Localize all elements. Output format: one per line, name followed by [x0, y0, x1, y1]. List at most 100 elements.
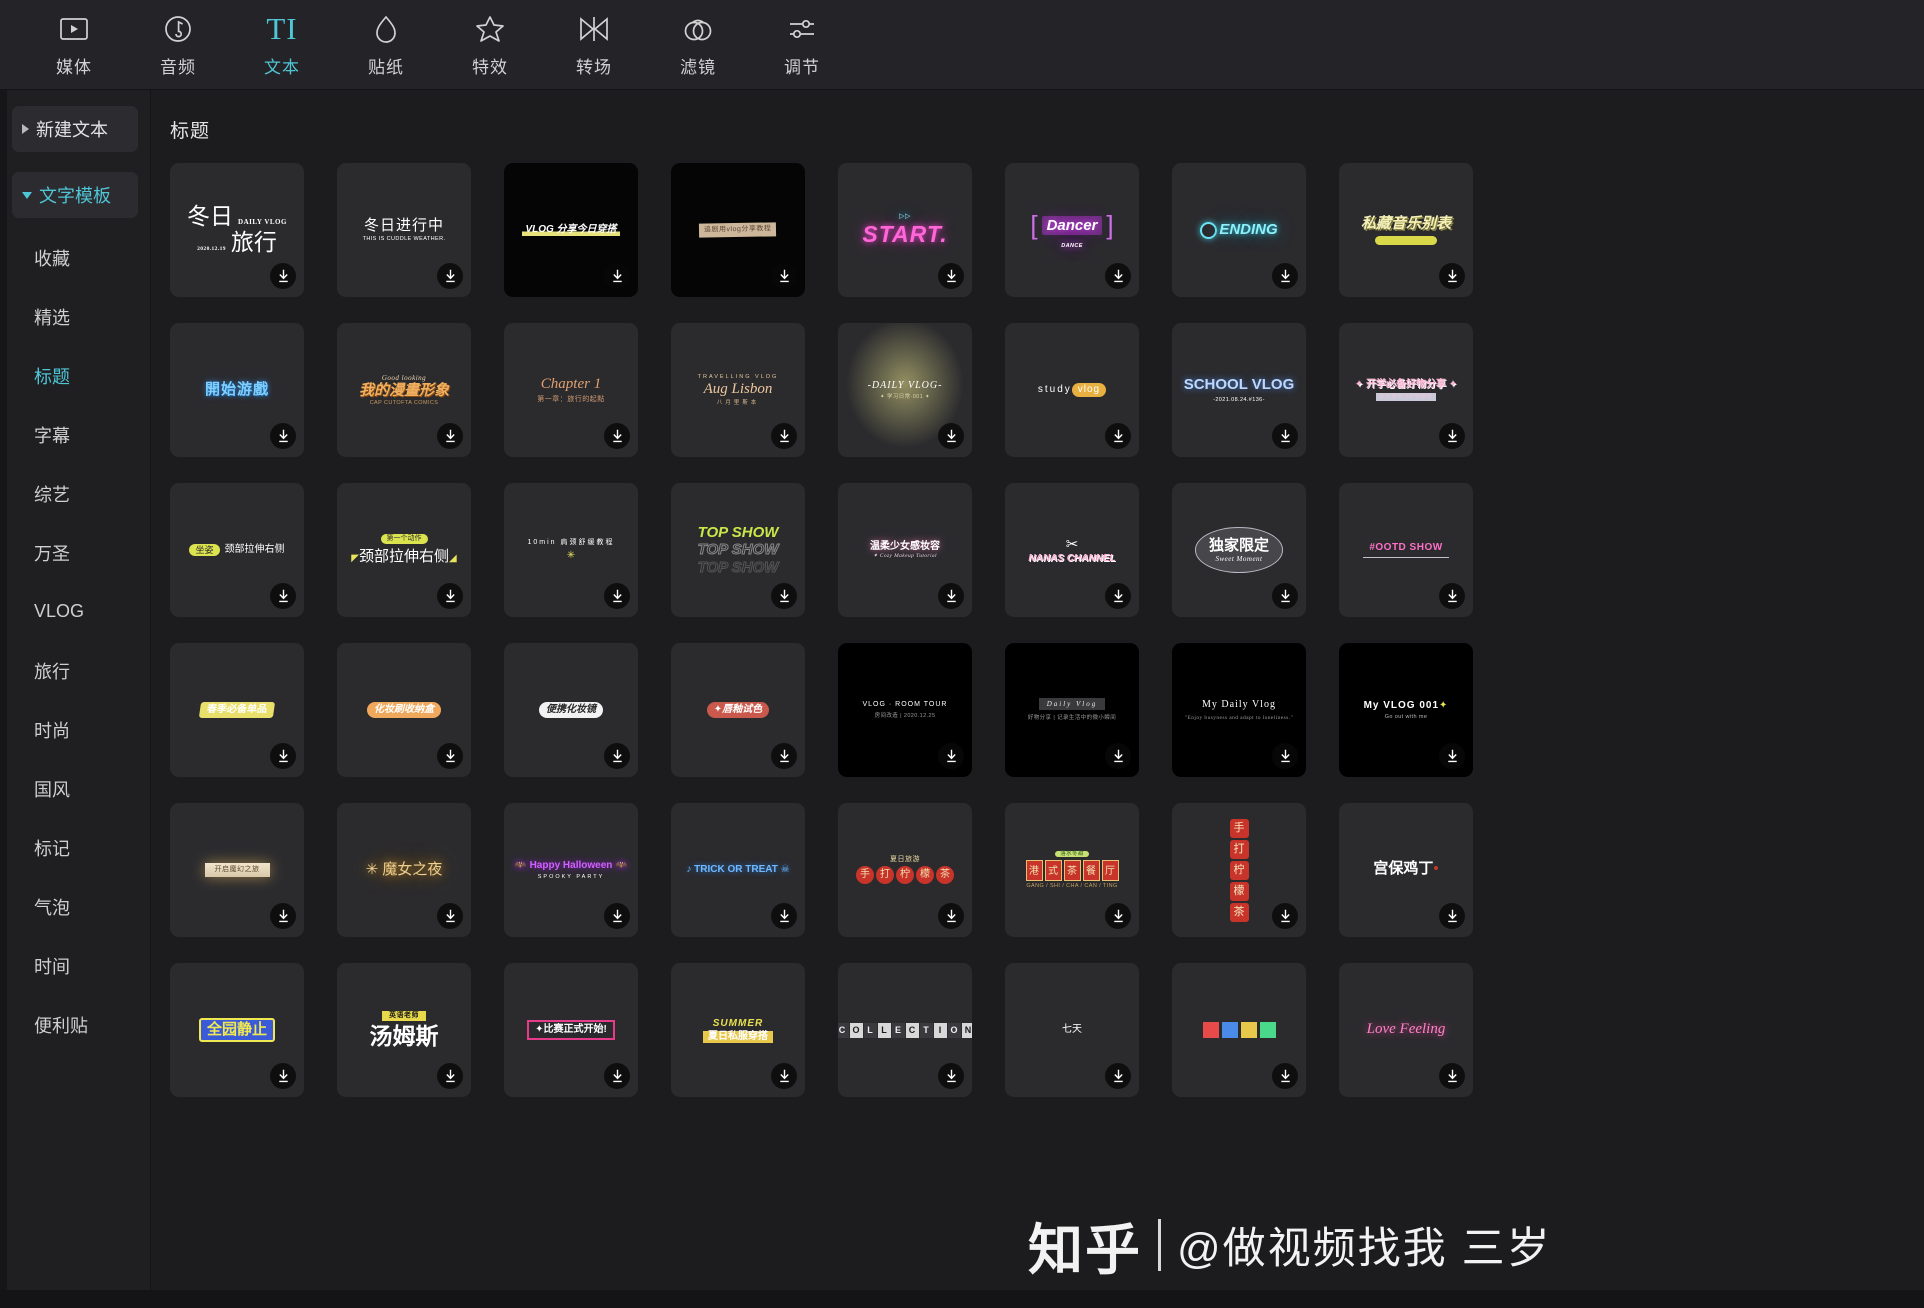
download-button[interactable]	[1272, 903, 1298, 929]
download-button[interactable]	[604, 743, 630, 769]
template-card-lip-glaze-swatch[interactable]: ✦唇釉试色	[671, 643, 805, 777]
download-button[interactable]	[1105, 423, 1131, 449]
template-card-quiet-campus[interactable]: 全园静止	[170, 963, 304, 1097]
template-card-hand-made-lemon-tea[interactable]: 手打柠檬茶	[1172, 803, 1306, 937]
download-button[interactable]	[1105, 743, 1131, 769]
template-card-collection[interactable]: COLLECTION	[838, 963, 972, 1097]
tab-text[interactable]: TI 文本	[230, 6, 334, 84]
sidebar-item-7[interactable]: 旅行	[0, 641, 150, 700]
sidebar-item-5[interactable]: 万圣	[0, 523, 150, 582]
download-button[interactable]	[604, 583, 630, 609]
template-card-witch-night[interactable]: ✳ 魔女之夜	[337, 803, 471, 937]
download-button[interactable]	[604, 423, 630, 449]
template-card-pink-script[interactable]: Love Feeling	[1339, 963, 1473, 1097]
download-button[interactable]	[1439, 263, 1465, 289]
download-button[interactable]	[1272, 743, 1298, 769]
template-card-10min-neck-tutorial[interactable]: 10min 肩颈舒缓教程 ✳	[504, 483, 638, 617]
template-card-my-daily-vlog[interactable]: My Daily Vlog "Enjoy busyness and adapt t…	[1172, 643, 1306, 777]
template-card-my-vlog-001[interactable]: My VLOG 001✦ Go out with me	[1339, 643, 1473, 777]
template-card-portable-mirror[interactable]: 便携化妆镜	[504, 643, 638, 777]
template-card-summer-lemon-tea[interactable]: 夏日旅游手打柠檬茶	[838, 803, 972, 937]
download-button[interactable]	[437, 583, 463, 609]
download-button[interactable]	[437, 263, 463, 289]
template-card-trick-or-treat[interactable]: ♪ TRICK OR TREAT ☠	[671, 803, 805, 937]
sidebar-item-6[interactable]: VLOG	[0, 582, 150, 641]
template-card-game-start[interactable]: 開始游戲	[170, 323, 304, 457]
template-card-top-show[interactable]: TOP SHOW TOP SHOW TOP SHOW	[671, 483, 805, 617]
template-card-exclusive-sweet-moment[interactable]: 独家限定 Sweet Moment	[1172, 483, 1306, 617]
template-card-cozy-makeup-tutorial[interactable]: 温柔少女感妆容 ✦ Cozy Makeup Tutorial	[838, 483, 972, 617]
download-button[interactable]	[270, 263, 296, 289]
sidebar-item-13[interactable]: 便利贴	[0, 995, 150, 1054]
template-card-ending-neon[interactable]: ENDING	[1172, 163, 1306, 297]
template-card-neck-stretch-right-1[interactable]: 坐姿 颈部拉伸右侧	[170, 483, 304, 617]
download-button[interactable]	[771, 1063, 797, 1089]
download-button[interactable]	[1439, 743, 1465, 769]
download-button[interactable]	[771, 423, 797, 449]
template-card-chapter-one[interactable]: Chapter 1 第一章：旅行的起點	[504, 323, 638, 457]
download-button[interactable]	[604, 1063, 630, 1089]
download-button[interactable]	[938, 583, 964, 609]
download-button[interactable]	[771, 263, 797, 289]
download-button[interactable]	[270, 903, 296, 929]
template-card-aug-lisbon[interactable]: TRAVELLING VLOG Aug Lisbon 八月里斯本	[671, 323, 805, 457]
template-card-nanas-channel[interactable]: ✂ NANAS CHANNEL	[1005, 483, 1139, 617]
download-button[interactable]	[938, 1063, 964, 1089]
sidebar-item-0[interactable]: 收藏	[0, 228, 150, 287]
template-card-english-teacher-thomas[interactable]: 英语老师 汤姆斯	[337, 963, 471, 1097]
template-card-contest-starts[interactable]: ✦比赛正式开始!	[504, 963, 638, 1097]
template-card-happy-halloween[interactable]: 🦇 Happy Halloween 🦇 SPOOKY PARTY	[504, 803, 638, 937]
download-button[interactable]	[1439, 903, 1465, 929]
download-button[interactable]	[938, 743, 964, 769]
download-button[interactable]	[604, 263, 630, 289]
download-button[interactable]	[1105, 1063, 1131, 1089]
tab-filter[interactable]: 滤镜	[646, 6, 750, 84]
sidebar-item-3[interactable]: 字幕	[0, 405, 150, 464]
template-card-neck-stretch-right-2[interactable]: 第一个动作 ◤颈部拉伸右侧◢	[337, 483, 471, 617]
download-button[interactable]	[938, 423, 964, 449]
download-button[interactable]	[1439, 1063, 1465, 1089]
tab-sticker[interactable]: 贴纸	[334, 6, 438, 84]
template-card-private-music-list[interactable]: 私藏音乐别表	[1339, 163, 1473, 297]
sidebar-item-10[interactable]: 标记	[0, 818, 150, 877]
template-card-daily-vlog-glow[interactable]: -DAILY VLOG- ✦ 学习日常·001 ✦	[838, 323, 972, 457]
sidebar-item-11[interactable]: 气泡	[0, 877, 150, 936]
template-card-studyvlog[interactable]: study vlog	[1005, 323, 1139, 457]
tab-audio[interactable]: 音频	[126, 6, 230, 84]
download-button[interactable]	[1439, 423, 1465, 449]
sidebar-item-9[interactable]: 国风	[0, 759, 150, 818]
template-card-kung-pao-chicken[interactable]: 宫保鸡丁•	[1339, 803, 1473, 937]
download-button[interactable]	[270, 743, 296, 769]
download-button[interactable]	[1105, 263, 1131, 289]
tab-transition[interactable]: 转场	[542, 6, 646, 84]
download-button[interactable]	[771, 583, 797, 609]
download-button[interactable]	[1105, 903, 1131, 929]
template-card-winter-daily-vlog[interactable]: 冬日 DAILY VLOG 2020.12.19 旅行	[170, 163, 304, 297]
template-card-color-blocks[interactable]	[1172, 963, 1306, 1097]
template-card-vlog-outfit-today[interactable]: VLOG 分享今日穿搭	[504, 163, 638, 297]
download-button[interactable]	[270, 1063, 296, 1089]
tab-adjust[interactable]: 调节	[750, 6, 854, 84]
template-card-my-comic-image[interactable]: Good looking 我的漫畫形象 CAP CUTOFTA COMICS	[337, 323, 471, 457]
download-button[interactable]	[1272, 583, 1298, 609]
download-button[interactable]	[1105, 583, 1131, 609]
template-card-school-vlog[interactable]: SCHOOL VLOG -2021.08.24.#136-	[1172, 323, 1306, 457]
download-button[interactable]	[1272, 1063, 1298, 1089]
template-card-summer-outfit[interactable]: SUMMER 夏日私服穿搭	[671, 963, 805, 1097]
template-card-makeup-brush-box[interactable]: 化妆刷收纳盒	[337, 643, 471, 777]
template-card-seven-day[interactable]: 七天	[1005, 963, 1139, 1097]
template-card-back-to-school-goods[interactable]: ✦ 开学必备好物分享 ✦ 新学期学习好物推荐	[1339, 323, 1473, 457]
template-card-torn-paper-vlog[interactable]: 追剧用vlog分享教程	[671, 163, 805, 297]
template-card-start-neon[interactable]: ▷▷ START.	[838, 163, 972, 297]
sidebar-text-template[interactable]: 文字模板	[12, 172, 138, 218]
sidebar-item-8[interactable]: 时尚	[0, 700, 150, 759]
sidebar-item-4[interactable]: 综艺	[0, 464, 150, 523]
template-card-vlog-room-tour[interactable]: VLOG · ROOM TOUR 房间改造 | 2020.12.25	[838, 643, 972, 777]
sidebar-item-12[interactable]: 时间	[0, 936, 150, 995]
download-button[interactable]	[270, 423, 296, 449]
template-card-winter-in-progress[interactable]: 冬日进行中 THIS IS CUDDLE WEATHER.	[337, 163, 471, 297]
download-button[interactable]	[771, 743, 797, 769]
download-button[interactable]	[1272, 423, 1298, 449]
template-card-magic-journey[interactable]: 开启魔幻之旅	[170, 803, 304, 937]
download-button[interactable]	[437, 743, 463, 769]
